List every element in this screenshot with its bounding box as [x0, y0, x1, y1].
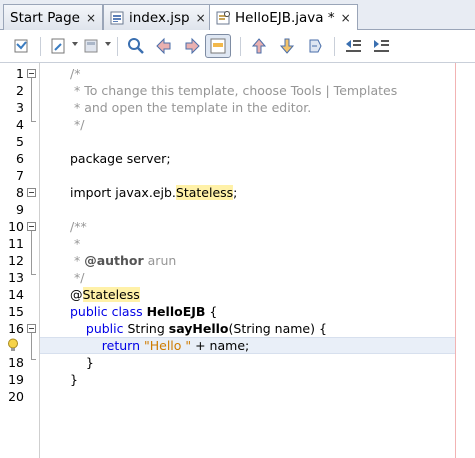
tab-label: index.jsp	[129, 9, 190, 26]
tab-helloejb-java[interactable]: HelloEJB.java * ×	[209, 4, 358, 31]
line-number: 2	[16, 83, 24, 98]
close-icon[interactable]: ×	[341, 11, 351, 25]
line-number: 6	[16, 151, 24, 166]
code-line: package server;	[70, 151, 171, 166]
fold-toggle-icon[interactable]	[27, 222, 36, 231]
line-number: 16	[8, 321, 24, 336]
line-number-gutter: 1 2 3 4 5 6 7 8 9 10 11 12 13 14 15 16 1…	[0, 63, 40, 458]
back-icon[interactable]	[49, 36, 69, 56]
forward-icon[interactable]	[82, 36, 102, 56]
last-edit-icon[interactable]	[12, 36, 32, 56]
jsp-file-icon	[110, 11, 124, 25]
line-number: 9	[16, 202, 24, 217]
code-line: return "Hello " + name;	[70, 338, 250, 353]
toggle-bookmark-icon[interactable]	[305, 36, 325, 56]
line-number: 12	[8, 253, 24, 268]
code-line: * and open the template in the editor.	[70, 100, 312, 115]
close-icon[interactable]: ×	[86, 11, 96, 25]
line-number: 19	[8, 372, 24, 387]
next-bookmark-icon[interactable]	[277, 36, 297, 56]
line-number: 20	[8, 389, 24, 404]
code-line: public class HelloEJB {	[70, 304, 218, 319]
line-number: 7	[16, 168, 24, 183]
code-line: * @author arun	[70, 253, 177, 268]
code-line: *	[70, 236, 81, 251]
code-line: }	[70, 355, 94, 370]
code-line: public String sayHello(String name) {	[70, 321, 327, 336]
tab-start-page[interactable]: Start Page ×	[3, 4, 104, 30]
code-line: /*	[70, 66, 81, 81]
java-class-icon	[216, 11, 230, 25]
line-number: 1	[16, 66, 24, 81]
line-number: 13	[8, 270, 24, 285]
back-dropdown-icon[interactable]	[72, 42, 78, 46]
forward-dropdown-icon[interactable]	[105, 42, 111, 46]
find-icon[interactable]	[126, 36, 146, 56]
shift-left-icon[interactable]	[343, 36, 363, 56]
line-number: 5	[16, 134, 24, 149]
code-editor[interactable]: /* * To change this template, choose Too…	[40, 63, 475, 458]
line-number: 15	[8, 304, 24, 319]
close-icon[interactable]: ×	[196, 11, 206, 25]
code-line: /**	[70, 219, 87, 234]
previous-bookmark-icon[interactable]	[249, 36, 269, 56]
find-next-icon[interactable]	[182, 36, 202, 56]
line-number: 3	[16, 100, 24, 115]
line-number: 11	[8, 236, 24, 251]
tab-label: HelloEJB.java *	[235, 10, 335, 26]
editor-tab-bar: Start Page × index.jsp × HelloEJB.java *…	[0, 0, 475, 31]
lightbulb-hint-icon[interactable]	[7, 338, 19, 353]
line-number: 14	[8, 287, 24, 302]
code-line: }	[70, 372, 78, 387]
fold-toggle-icon[interactable]	[27, 324, 36, 333]
code-line: */	[70, 270, 85, 285]
line-number: 18	[8, 355, 24, 370]
line-number: 8	[16, 185, 24, 200]
shift-right-icon[interactable]	[371, 36, 391, 56]
code-line: * To change this template, choose Tools …	[70, 83, 398, 98]
tab-index-jsp[interactable]: index.jsp ×	[103, 4, 213, 30]
toggle-highlight-icon[interactable]	[205, 34, 231, 58]
fold-toggle-icon[interactable]	[27, 69, 36, 78]
find-previous-icon[interactable]	[154, 36, 174, 56]
line-number: 4	[16, 117, 24, 132]
fold-toggle-icon[interactable]	[27, 188, 36, 197]
code-line: import javax.ejb.Stateless;	[70, 185, 238, 200]
line-number: 10	[8, 219, 24, 234]
code-line: @Stateless	[70, 287, 140, 302]
code-line: */	[70, 117, 85, 132]
editor-toolbar	[0, 30, 475, 63]
tab-label: Start Page	[10, 9, 80, 26]
